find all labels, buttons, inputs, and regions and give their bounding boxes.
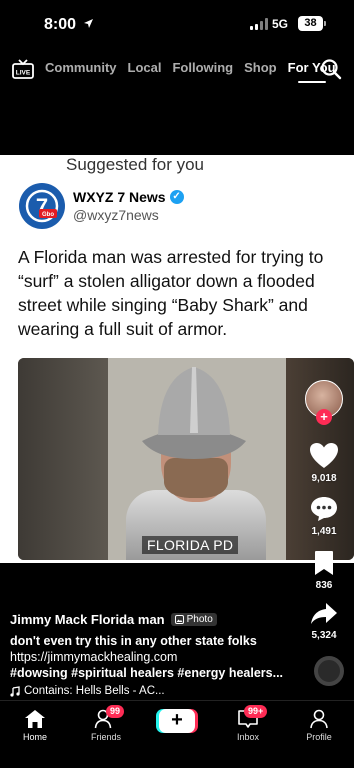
home-icon bbox=[25, 710, 45, 728]
share-count: 5,324 bbox=[311, 630, 337, 641]
music-note-icon bbox=[10, 685, 20, 697]
verified-badge-icon: ✓ bbox=[169, 190, 184, 204]
helmet-shape bbox=[142, 367, 246, 459]
friends-badge: 99 bbox=[106, 705, 125, 718]
bottom-nav: Home Friends 99 + Inbox 99+ Profile bbox=[0, 700, 354, 768]
nav-tabs: Community Local Following Shop For You bbox=[45, 60, 336, 83]
music-row[interactable]: Contains: Hells Bells - AC... bbox=[10, 685, 302, 697]
network-label: 5G bbox=[272, 17, 289, 31]
search-icon[interactable] bbox=[320, 58, 342, 80]
caption-link[interactable]: https://jimmymackhealing.com bbox=[10, 649, 302, 665]
top-nav: LIVE Community Local Following Shop For … bbox=[0, 52, 354, 88]
save-count: 836 bbox=[315, 580, 333, 591]
like-count: 9,018 bbox=[311, 473, 337, 484]
photo-badge-label: Photo bbox=[186, 614, 213, 625]
heart-icon bbox=[310, 443, 338, 468]
photo-label: FLORIDA PD bbox=[142, 536, 239, 554]
follow-plus-icon[interactable]: + bbox=[316, 409, 332, 425]
comment-icon bbox=[311, 497, 337, 521]
like-button[interactable]: 9,018 bbox=[300, 442, 348, 484]
nav-inbox-label: Inbox bbox=[236, 732, 260, 742]
beard-shape bbox=[164, 458, 228, 498]
suggested-label: Suggested for you bbox=[66, 155, 204, 174]
photo-icon bbox=[174, 615, 184, 624]
account-handle: @wxyz7news bbox=[73, 207, 159, 223]
status-bar: 8:00 5G 38 bbox=[0, 0, 354, 48]
tab-shop[interactable]: Shop bbox=[244, 60, 277, 75]
caption-username[interactable]: Jimmy Mack Florida man bbox=[10, 612, 165, 627]
comment-button[interactable]: 1,491 bbox=[300, 496, 348, 537]
live-label: LIVE bbox=[16, 70, 31, 77]
post-text: A Florida man was arrested for trying to… bbox=[18, 247, 324, 339]
music-disc-icon[interactable] bbox=[314, 656, 344, 686]
nav-profile[interactable]: Profile bbox=[289, 709, 349, 742]
music-label: Contains: Hells Bells - AC... bbox=[24, 685, 165, 697]
profile-icon bbox=[310, 709, 328, 729]
tab-local[interactable]: Local bbox=[128, 60, 162, 75]
wxyz-logo: 7 Gbo bbox=[19, 183, 65, 229]
tab-community[interactable]: Community bbox=[45, 60, 117, 75]
save-button[interactable]: 836 bbox=[300, 550, 348, 591]
nav-profile-label: Profile bbox=[306, 732, 332, 742]
caption: Jimmy Mack Florida man Photo don't even … bbox=[10, 612, 302, 697]
inbox-badge: 99+ bbox=[244, 705, 268, 718]
signal-icon bbox=[250, 18, 268, 30]
tab-following[interactable]: Following bbox=[172, 60, 233, 75]
caption-user-row: Jimmy Mack Florida man Photo bbox=[10, 612, 302, 627]
comment-count: 1,491 bbox=[311, 526, 337, 537]
caption-description: don't even try this in any other state f… bbox=[10, 634, 257, 648]
battery-indicator: 38 bbox=[298, 16, 326, 31]
logo-subtext: Gbo bbox=[42, 212, 54, 218]
caption-hashtags[interactable]: #dowsing #spiritual healers #energy heal… bbox=[10, 665, 302, 681]
nav-home-label: Home bbox=[22, 732, 47, 742]
nav-inbox[interactable]: Inbox 99+ bbox=[218, 705, 278, 742]
nav-friends-label: Friends bbox=[90, 732, 121, 742]
location-arrow-icon bbox=[84, 19, 93, 28]
account-name-text: WXYZ 7 News bbox=[73, 189, 166, 205]
nav-home[interactable]: Home bbox=[5, 709, 65, 742]
create-button[interactable]: + bbox=[159, 709, 195, 733]
share-icon bbox=[311, 603, 337, 624]
account-name: WXYZ 7 News ✓ bbox=[73, 189, 184, 205]
bookmark-icon bbox=[315, 551, 333, 575]
status-time: 8:00 bbox=[44, 16, 77, 33]
share-button[interactable]: 5,324 bbox=[300, 602, 348, 641]
nav-friends[interactable]: Friends 99 bbox=[76, 705, 136, 742]
photo-badge: Photo bbox=[170, 613, 217, 626]
live-tv-icon[interactable]: LIVE bbox=[12, 59, 34, 79]
